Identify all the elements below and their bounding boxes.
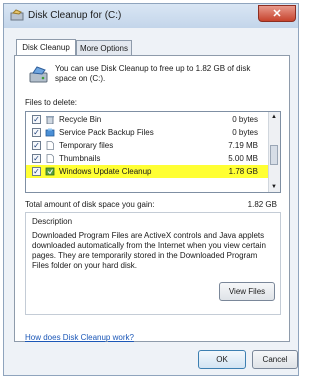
item-size: 5.00 MB [228,154,258,163]
backup-files-icon [45,128,55,137]
intro-text: You can use Disk Cleanup to free up to 1… [55,64,251,83]
item-name: Recycle Bin [59,115,102,124]
item-name: Thumbnails [59,154,101,163]
title-bar: Disk Cleanup for (C:) ✕ [4,4,298,28]
view-files-button[interactable]: View Files [219,282,275,301]
recycle-bin-icon [46,116,54,124]
description-text: Downloaded Program Files are ActiveX con… [32,231,266,270]
disk-cleanup-icon [29,66,48,83]
disk-cleanup-icon [10,9,24,21]
item-name: Service Pack Backup Files [59,128,154,137]
ok-button[interactable]: OK [198,350,246,369]
scroll-down-icon[interactable]: ▼ [271,184,277,190]
scroll-up-icon[interactable]: ▲ [271,114,277,120]
files-list[interactable]: ✓ Recycle Bin 0 bytes ✓ Service Pack Bac… [25,111,281,193]
file-icon [46,154,54,163]
scroll-thumb[interactable] [270,145,278,165]
disk-cleanup-panel: You can use Disk Cleanup to free up to 1… [14,55,290,342]
item-name: Temporary files [59,141,114,150]
file-icon [46,141,54,150]
checkbox-checked-icon[interactable]: ✓ [32,167,41,176]
total-space-value: 1.82 GB [247,200,277,209]
files-to-delete-label: Files to delete: [25,98,78,107]
checkbox-checked-icon[interactable]: ✓ [32,154,41,163]
list-item[interactable]: ✓ Temporary files 7.19 MB [26,139,270,152]
tab-more-options[interactable]: More Options [76,40,132,55]
list-item[interactable]: ✓ Thumbnails 5.00 MB [26,152,270,165]
list-item[interactable]: ✓ Windows Update Cleanup 1.78 GB [26,165,270,178]
item-size: 0 bytes [232,115,258,124]
help-link[interactable]: How does Disk Cleanup work? [25,333,134,342]
total-space-label: Total amount of disk space you gain: [25,200,155,209]
tab-disk-cleanup[interactable]: Disk Cleanup [16,39,76,56]
item-size: 7.19 MB [228,141,258,150]
description-title: Description [32,217,73,226]
list-item[interactable]: ✓ Service Pack Backup Files 0 bytes [26,126,270,139]
disk-cleanup-window: Disk Cleanup for (C:) ✕ Disk Cleanup Mor… [3,3,299,376]
window-title: Disk Cleanup for (C:) [28,10,122,21]
checkbox-checked-icon[interactable]: ✓ [32,128,41,137]
checkbox-checked-icon[interactable]: ✓ [32,141,41,150]
checkbox-checked-icon[interactable]: ✓ [32,115,41,124]
windows-update-icon [45,167,55,176]
list-item[interactable]: ✓ Recycle Bin 0 bytes [26,113,270,126]
item-size: 0 bytes [232,128,258,137]
item-size: 1.78 GB [228,167,258,176]
cancel-button[interactable]: Cancel [252,350,298,369]
item-name: Windows Update Cleanup [59,167,152,176]
list-scrollbar[interactable]: ▲ ▼ [268,112,280,192]
close-button[interactable]: ✕ [258,5,296,22]
